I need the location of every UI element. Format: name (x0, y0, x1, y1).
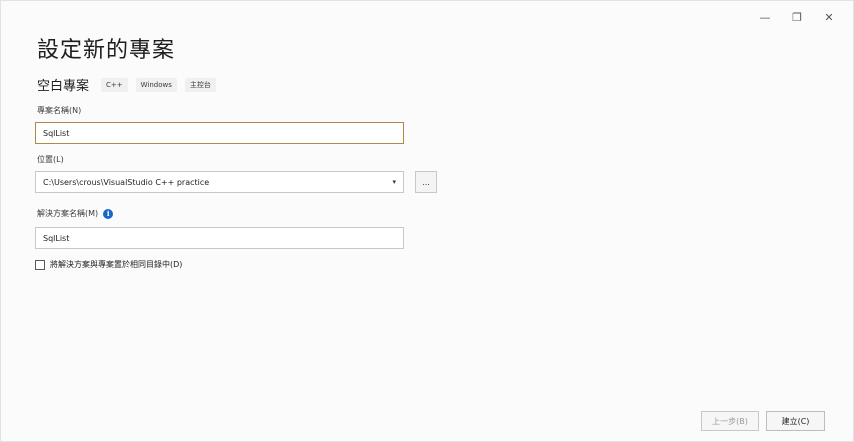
new-project-dialog: — ❐ ✕ 設定新的專案 空白專案 C++ Windows 主控台 專案名稱(N… (0, 0, 854, 442)
tag-project-type: 主控台 (184, 77, 216, 92)
location-dropdown[interactable]: C:\Users\crous\VisualStudio C++ practice… (35, 171, 404, 193)
browse-button[interactable]: ... (415, 171, 437, 193)
close-button[interactable]: ✕ (813, 7, 845, 27)
template-summary: 空白專案 C++ Windows 主控台 (37, 75, 216, 94)
chevron-down-icon: ▾ (392, 178, 396, 186)
back-button[interactable]: 上一步(B) (701, 411, 759, 431)
same-directory-option[interactable]: 將解決方案與專案置於相同目錄中(D) (35, 259, 182, 270)
window-controls: — ❐ ✕ (749, 7, 845, 27)
back-button-label: 上一步(B) (712, 416, 748, 426)
same-directory-checkbox[interactable] (35, 259, 45, 270)
solution-name-label-row: 解決方案名稱(M) i (37, 208, 114, 219)
tag-platform: Windows (135, 77, 177, 92)
project-name-input[interactable] (35, 122, 404, 144)
create-button-label: 建立(C) (781, 416, 810, 426)
restore-button[interactable]: ❐ (781, 7, 813, 27)
template-name: 空白專案 (37, 79, 90, 94)
minimize-button[interactable]: — (749, 7, 781, 27)
solution-name-label: 解決方案名稱(M) (37, 209, 99, 218)
info-icon[interactable]: i (103, 208, 114, 219)
browse-label: ... (422, 177, 430, 187)
tag-language: C++ (101, 77, 128, 92)
same-directory-label: 將解決方案與專案置於相同目錄中(D) (50, 260, 183, 269)
location-label: 位置(L) (37, 155, 64, 164)
close-icon: ✕ (824, 10, 834, 24)
restore-icon: ❐ (792, 10, 802, 24)
project-name-label: 專案名稱(N) (37, 106, 82, 115)
solution-name-input[interactable] (35, 227, 404, 249)
create-button[interactable]: 建立(C) (766, 411, 825, 431)
page-title: 設定新的專案 (37, 38, 176, 63)
location-value: C:\Users\crous\VisualStudio C++ practice (43, 177, 210, 187)
minimize-icon: — (759, 10, 771, 24)
